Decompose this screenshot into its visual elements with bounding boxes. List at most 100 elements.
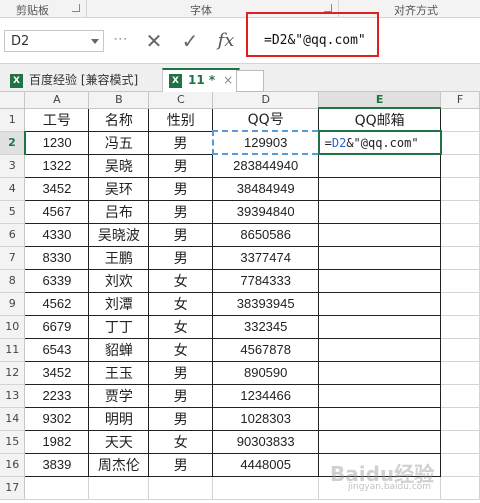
cell[interactable]: 9302 — [24, 406, 90, 431]
row-header[interactable]: 6 — [0, 223, 26, 247]
cell[interactable]: 吕布 — [88, 199, 150, 224]
cell[interactable] — [440, 476, 480, 500]
cell[interactable] — [318, 291, 442, 316]
cell[interactable] — [318, 268, 442, 293]
cell[interactable]: 男 — [148, 222, 214, 247]
cell[interactable]: 性别 — [148, 107, 214, 132]
cell[interactable]: 3377474 — [212, 245, 320, 270]
new-tab-button[interactable] — [236, 70, 264, 92]
cell[interactable]: 890590 — [212, 360, 320, 385]
referenced-cell[interactable]: 129903 — [211, 130, 320, 155]
cell[interactable] — [440, 315, 480, 339]
close-icon[interactable]: ✕ — [142, 30, 166, 52]
cell[interactable] — [318, 199, 442, 224]
cell[interactable]: 6679 — [24, 314, 90, 339]
active-cell[interactable]: =D2&"@qq.com" — [317, 130, 442, 155]
tab-workbook-baidu[interactable]: X 百度经验 [兼容模式] — [4, 68, 144, 92]
cell[interactable]: 4448005 — [212, 452, 320, 477]
row-header[interactable]: 4 — [0, 177, 26, 201]
cell[interactable] — [318, 360, 442, 385]
cell[interactable]: 4562 — [24, 291, 90, 316]
cell[interactable]: 男 — [148, 406, 214, 431]
cell[interactable] — [318, 245, 442, 270]
column-header-a[interactable]: A — [24, 92, 90, 109]
cell[interactable] — [318, 153, 442, 178]
row-header[interactable]: 1 — [0, 108, 26, 132]
cell[interactable]: 90303833 — [212, 429, 320, 454]
cell[interactable]: 4330 — [24, 222, 90, 247]
cell[interactable] — [318, 406, 442, 431]
cell[interactable]: 1234466 — [212, 383, 320, 408]
check-icon[interactable]: ✓ — [178, 30, 202, 52]
cell[interactable]: QQ号 — [212, 107, 320, 132]
cell[interactable]: 貂蝉 — [88, 337, 150, 362]
cell[interactable]: 男 — [148, 130, 214, 155]
tab-workbook-11[interactable]: X 11 * × — [162, 68, 241, 92]
row-header[interactable]: 7 — [0, 246, 26, 270]
cell[interactable] — [440, 177, 480, 201]
cell[interactable]: 天天 — [88, 429, 150, 454]
cell[interactable]: 男 — [148, 245, 214, 270]
cell[interactable]: 女 — [148, 337, 214, 362]
cell[interactable]: 3452 — [24, 176, 90, 201]
cell[interactable]: 男 — [148, 360, 214, 385]
cell[interactable]: 8330 — [24, 245, 90, 270]
row-header[interactable]: 15 — [0, 430, 26, 454]
cell[interactable] — [440, 338, 480, 362]
row-header[interactable]: 9 — [0, 292, 26, 316]
cell[interactable] — [318, 429, 442, 454]
cell[interactable] — [440, 407, 480, 431]
select-all-corner[interactable] — [0, 92, 26, 109]
cell[interactable]: 女 — [148, 429, 214, 454]
row-header[interactable]: 10 — [0, 315, 26, 339]
cell[interactable] — [148, 476, 214, 500]
cell[interactable]: 吴晓波 — [88, 222, 150, 247]
cell[interactable] — [318, 337, 442, 362]
cell[interactable]: 38393945 — [212, 291, 320, 316]
cell[interactable]: 周杰伦 — [88, 452, 150, 477]
cell[interactable]: 吴环 — [88, 176, 150, 201]
cell[interactable]: 吴晓 — [88, 153, 150, 178]
row-header[interactable]: 8 — [0, 269, 26, 293]
cell[interactable]: 女 — [148, 268, 214, 293]
cell[interactable]: 男 — [148, 383, 214, 408]
cell[interactable]: 3839 — [24, 452, 90, 477]
column-header-b[interactable]: B — [88, 92, 150, 109]
cell[interactable] — [440, 223, 480, 247]
cell[interactable]: 1028303 — [212, 406, 320, 431]
cell[interactable]: 39394840 — [212, 199, 320, 224]
cell[interactable] — [88, 476, 150, 500]
cell[interactable]: 名称 — [88, 107, 150, 132]
name-box[interactable]: D2 — [4, 30, 104, 52]
cell[interactable]: 332345 — [212, 314, 320, 339]
cell[interactable] — [440, 200, 480, 224]
row-header[interactable]: 5 — [0, 200, 26, 224]
column-header-c[interactable]: C — [148, 92, 214, 109]
cell[interactable] — [440, 131, 480, 155]
cell[interactable]: 明明 — [88, 406, 150, 431]
cell[interactable]: QQ邮箱 — [318, 107, 442, 132]
row-header[interactable]: 14 — [0, 407, 26, 431]
row-header[interactable]: 2 — [0, 131, 26, 155]
column-header-d[interactable]: D — [212, 92, 320, 109]
cell[interactable] — [440, 246, 480, 270]
cell[interactable]: 38484949 — [212, 176, 320, 201]
row-header[interactable]: 16 — [0, 453, 26, 477]
cell[interactable] — [318, 314, 442, 339]
cell[interactable] — [440, 154, 480, 178]
cell[interactable]: 6339 — [24, 268, 90, 293]
row-header[interactable]: 12 — [0, 361, 26, 385]
clipboard-launcher-icon[interactable] — [72, 4, 80, 12]
cell[interactable]: 女 — [148, 314, 214, 339]
row-header[interactable]: 3 — [0, 154, 26, 178]
cell[interactable] — [440, 269, 480, 293]
chevron-down-icon[interactable] — [91, 39, 99, 44]
cell[interactable]: 2233 — [24, 383, 90, 408]
row-header[interactable]: 13 — [0, 384, 26, 408]
cell[interactable]: 王玉 — [88, 360, 150, 385]
font-launcher-icon[interactable] — [324, 4, 332, 12]
cell[interactable]: 4567 — [24, 199, 90, 224]
cell[interactable] — [212, 476, 320, 500]
cell[interactable]: 男 — [148, 176, 214, 201]
cell[interactable]: 工号 — [24, 107, 90, 132]
